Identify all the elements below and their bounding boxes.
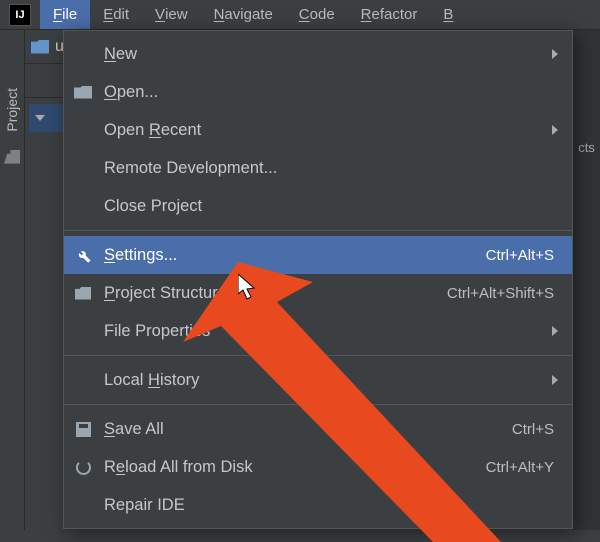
wrench-icon [72, 246, 94, 264]
project-tool-icon [4, 150, 20, 164]
menu-item-label: New [104, 45, 554, 64]
menu-item-label: Reload All from Disk [104, 458, 486, 477]
save-icon [72, 420, 94, 438]
menu-file[interactable]: File [40, 0, 90, 29]
menu-separator [64, 404, 572, 405]
project-tool-tab[interactable]: Project [1, 80, 23, 140]
blank-icon [72, 159, 94, 177]
intellij-icon: IJ [9, 4, 31, 26]
submenu-arrow-icon [552, 125, 558, 135]
blank-icon [72, 197, 94, 215]
menu-item-file-properties[interactable]: File Properties [64, 312, 572, 350]
menu-code[interactable]: Code [286, 0, 348, 29]
reload-icon [72, 458, 94, 476]
menu-item-shortcut: Ctrl+Alt+Shift+S [447, 285, 554, 302]
chevron-down-icon [35, 115, 45, 121]
menu-item-label: Save All [104, 420, 512, 439]
menu-item-shortcut: Ctrl+S [512, 421, 554, 438]
menu-item-label: Close Project [104, 197, 554, 216]
menu-item-close-project[interactable]: Close Project [64, 187, 572, 225]
menu-item-shortcut: Ctrl+Alt+S [486, 247, 554, 264]
right-edge-text-partial: cts [578, 140, 595, 155]
app-logo: IJ [0, 0, 40, 30]
folder-icon [72, 83, 94, 101]
blank-icon [72, 496, 94, 514]
struct-icon [72, 284, 94, 302]
menu-view[interactable]: View [142, 0, 201, 29]
file-menu-dropdown: New Open... Open Recent Remote Development.… [63, 30, 573, 529]
menu-item-repair-ide[interactable]: Repair IDE [64, 486, 572, 524]
folder-icon [31, 40, 49, 54]
menu-separator [64, 355, 572, 356]
menu-navigate[interactable]: Navigate [201, 0, 286, 29]
menu-item-label: Open Recent [104, 121, 554, 140]
menu-item-label: Settings... [104, 246, 486, 265]
submenu-arrow-icon [552, 375, 558, 385]
submenu-arrow-icon [552, 49, 558, 59]
menu-item-open-recent[interactable]: Open Recent [64, 111, 572, 149]
menu-item-save-all[interactable]: Save AllCtrl+S [64, 410, 572, 448]
menu-item-label: Local History [104, 371, 554, 390]
menu-item-project-structure[interactable]: Project Structure...Ctrl+Alt+Shift+S [64, 274, 572, 312]
menu-b[interactable]: B [430, 0, 455, 29]
menu-item-new[interactable]: New [64, 35, 572, 73]
submenu-arrow-icon [552, 326, 558, 336]
blank-icon [72, 121, 94, 139]
menu-item-label: File Properties [104, 322, 554, 341]
menu-item-open[interactable]: Open... [64, 73, 572, 111]
menu-item-local-history[interactable]: Local History [64, 361, 572, 399]
blank-icon [72, 371, 94, 389]
right-gutter: cts [572, 30, 600, 530]
menu-item-label: Project Structure... [104, 284, 447, 303]
blank-icon [72, 45, 94, 63]
menu-item-settings[interactable]: Settings...Ctrl+Alt+S [64, 236, 572, 274]
menu-edit[interactable]: Edit [90, 0, 142, 29]
menu-item-label: Repair IDE [104, 496, 554, 515]
left-tool-stripe: Project [0, 30, 25, 530]
blank-icon [72, 322, 94, 340]
menu-item-shortcut: Ctrl+Alt+Y [486, 459, 554, 476]
menu-item-reload-all-from-disk[interactable]: Reload All from DiskCtrl+Alt+Y [64, 448, 572, 486]
menu-refactor[interactable]: Refactor [348, 0, 431, 29]
menu-separator [64, 230, 572, 231]
main-menubar: IJ FileEditViewNavigateCodeRefactorB [0, 0, 600, 30]
menu-item-label: Open... [104, 83, 554, 102]
menu-item-label: Remote Development... [104, 159, 554, 178]
menu-item-remote-development[interactable]: Remote Development... [64, 149, 572, 187]
